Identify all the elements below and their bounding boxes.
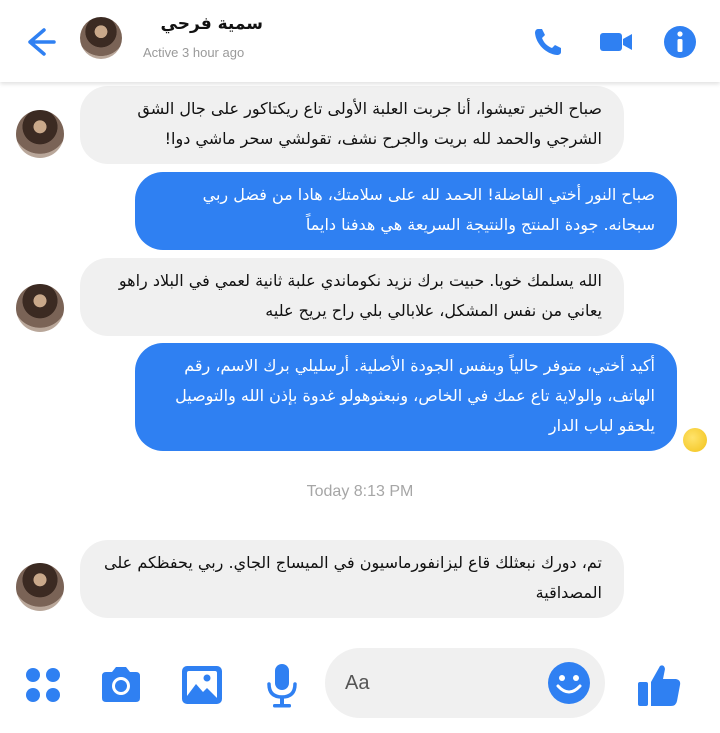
chat-timestamp: Today 8:13 PM (306, 483, 414, 500)
active-status: Active 3 hour ago (143, 45, 245, 60)
incoming-message[interactable]: تم، دورك نبعثلك قاع ليزانفورماسيون في ال… (80, 540, 624, 618)
message-input-wrapper (325, 648, 605, 718)
outgoing-message[interactable]: أكيد أختي، متوفر حالياً وبنفس الجودة الأ… (135, 343, 677, 451)
info-icon[interactable] (660, 22, 700, 62)
back-arrow-icon[interactable] (18, 22, 58, 62)
message-composer (0, 640, 720, 733)
incoming-message[interactable]: صباح الخير تعيشوا، أنا جربت العلبة الأول… (80, 86, 624, 164)
outgoing-message[interactable]: صباح النور أختي الفاضلة! الحمد لله على س… (135, 172, 677, 250)
contact-avatar-small (16, 563, 64, 611)
message-input[interactable] (345, 662, 545, 704)
contact-name[interactable]: سمية فرحي (143, 14, 263, 34)
seen-indicator (683, 428, 707, 452)
gallery-icon[interactable] (177, 660, 227, 710)
video-camera-icon[interactable] (596, 22, 636, 62)
contact-avatar[interactable] (80, 17, 122, 59)
camera-icon[interactable] (96, 660, 146, 710)
contact-avatar-small (16, 284, 64, 332)
incoming-message[interactable]: الله يسلمك خويا. حبيت برك نزيد نكوماندي … (80, 258, 624, 336)
thumbs-up-icon[interactable] (634, 660, 684, 710)
emoji-icon[interactable] (545, 659, 593, 707)
microphone-icon[interactable] (257, 660, 307, 710)
more-apps-icon[interactable] (18, 660, 68, 710)
contact-avatar-small (16, 110, 64, 158)
chat-header: سمية فرحي Active 3 hour ago (0, 0, 720, 82)
phone-icon[interactable] (528, 22, 568, 62)
